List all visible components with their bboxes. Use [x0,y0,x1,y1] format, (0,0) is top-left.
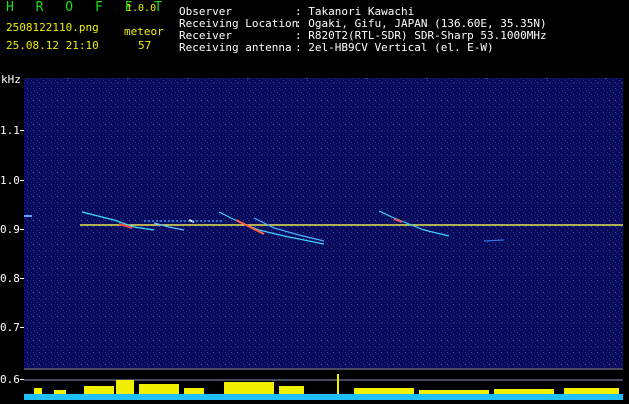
noise-background [24,78,623,368]
spectrogram-waterfall [24,78,623,368]
capture-datetime: 25.08.12 21:10 [6,39,99,52]
app-version: 1.0.0 [126,3,157,14]
meteor-count: 57 [138,39,152,52]
image-filename: 2508122110.png [6,21,99,34]
signal-level-panel [24,368,623,400]
y-tick-label: 0.6 [0,373,20,386]
meteor-label: meteor [124,25,164,38]
antenna-label: Receiving antenna [179,41,292,54]
level-histogram [24,368,623,400]
y-axis-unit: kHz [1,73,21,86]
y-tick-label: 0.7 [0,321,20,334]
y-tick-label: 1.1 [0,124,20,137]
spectrogram-plot [24,78,623,368]
antenna-value: : 2el-HB9CV Vertical (el. E-W) [295,41,494,54]
y-tick-label: 1.0 [0,174,20,187]
y-tick-label: 0.9 [0,223,20,236]
y-tick-label: 0.8 [0,272,20,285]
header-panel: H R O F F T 1.0.0 2508122110.png 25.08.1… [0,0,629,72]
